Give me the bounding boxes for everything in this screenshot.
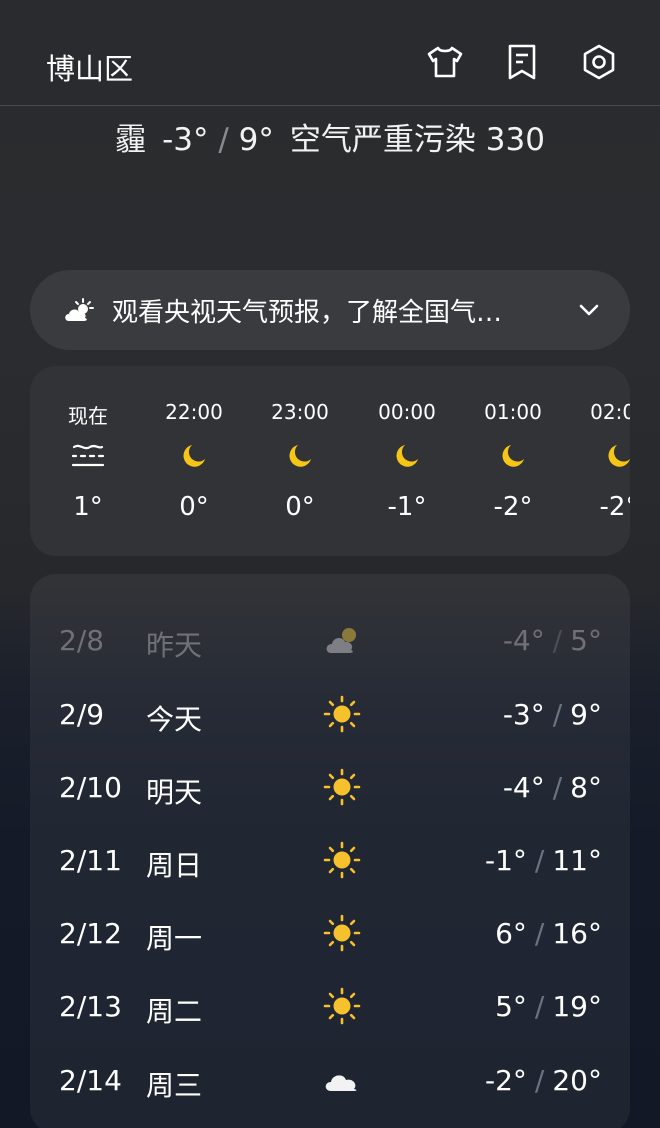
temp-separator: /	[534, 844, 545, 877]
day-date: 2/13	[59, 990, 122, 1023]
daily-row[interactable]: 2/9 今天 -3°/9°	[30, 684, 630, 744]
day-date: 2/10	[59, 771, 122, 804]
temp-separator: /	[218, 122, 229, 158]
moon-icon	[579, 442, 630, 472]
temp-separator: /	[552, 624, 563, 657]
hourly-item: 现在 1°	[48, 366, 128, 556]
air-quality-text[interactable]: 空气严重污染 330	[290, 122, 545, 158]
hour-temp: -1°	[387, 492, 427, 522]
day-high: 11°	[552, 844, 602, 877]
moon-icon	[367, 442, 447, 472]
sun-icon	[322, 986, 362, 1026]
hour-temp: 1°	[73, 492, 103, 522]
temp-separator: /	[534, 917, 545, 950]
day-name: 周日	[146, 849, 203, 882]
forecast-video-banner[interactable]: 观看央视天气预报，了解全国气…	[30, 270, 630, 350]
day-temps: 6°/16°	[495, 917, 602, 950]
day-date: 2/11	[59, 844, 122, 877]
cloud-icon	[322, 1060, 362, 1100]
day-high: 9°	[570, 698, 602, 731]
bookmark-icon[interactable]	[502, 42, 542, 82]
moon-icon	[154, 442, 234, 472]
day-high: 20°	[552, 1064, 602, 1097]
temp-separator: /	[534, 990, 545, 1023]
day-date: 2/12	[59, 917, 122, 950]
day-name: 昨天	[146, 629, 203, 662]
hour-temp: 0°	[179, 492, 209, 522]
haze-icon	[48, 442, 128, 472]
hour-temp: 0°	[285, 492, 315, 522]
today-low-temp: -3°	[162, 122, 209, 158]
daily-row[interactable]: 2/12 周一 6°/16°	[30, 903, 630, 963]
top-bar: 博山区	[0, 0, 660, 106]
day-low: -3°	[502, 698, 545, 731]
settings-icon[interactable]	[579, 42, 619, 82]
day-name: 周一	[146, 922, 203, 955]
day-name: 明天	[146, 776, 203, 809]
chevron-down-icon[interactable]	[578, 299, 600, 321]
day-temps: 5°/19°	[495, 990, 602, 1023]
hourly-forecast[interactable]: 现在 1° 22:00 0° 23:00 0° 00:00 -1° 01:00 …	[30, 366, 630, 556]
day-temps: -2°/20°	[485, 1064, 602, 1097]
temp-separator: /	[552, 771, 563, 804]
day-low: -4°	[502, 771, 545, 804]
hour-time: 02:00	[590, 400, 630, 424]
hour-time: 23:00	[271, 400, 329, 424]
day-date: 2/9	[59, 698, 105, 731]
day-name: 周三	[146, 1069, 203, 1102]
hour-time: 22:00	[165, 400, 223, 424]
hour-temp: -2°	[493, 492, 533, 522]
daily-row[interactable]: 2/11 周日 -1°/11°	[30, 830, 630, 890]
day-high: 19°	[552, 990, 602, 1023]
daily-row[interactable]: 2/14 周三 -2°/20°	[30, 1050, 630, 1110]
day-temps: -4°/5°	[503, 624, 602, 657]
hourly-item: 00:00 -1°	[367, 366, 447, 556]
sun-icon	[322, 694, 362, 734]
weather-summary: 霾 -3° / 9° 空气严重污染 330	[0, 114, 660, 159]
sun-icon	[322, 840, 362, 880]
day-name: 周二	[146, 995, 203, 1028]
day-low: 6°	[495, 917, 527, 950]
today-high-temp: 9°	[238, 122, 274, 158]
day-high: 16°	[552, 917, 602, 950]
daily-row[interactable]: 2/10 明天 -4°/8°	[30, 757, 630, 817]
moon-icon	[260, 442, 340, 472]
day-temps: -4°/8°	[503, 771, 602, 804]
daily-row[interactable]: 2/8 昨天 -4°/5°	[30, 610, 630, 670]
shirt-icon[interactable]	[425, 42, 465, 82]
sun-icon	[322, 767, 362, 807]
day-high: 5°	[570, 624, 602, 657]
sun-icon	[322, 913, 362, 953]
hourly-item: 01:00 -2°	[473, 366, 553, 556]
condition-text: 霾	[115, 122, 147, 158]
day-low: 5°	[495, 990, 527, 1023]
temp-separator: /	[552, 698, 563, 731]
hourly-item: 23:00 0°	[260, 366, 340, 556]
hour-time: 01:00	[484, 400, 542, 424]
day-low: -1°	[485, 844, 527, 877]
moon-icon	[473, 442, 553, 472]
day-low: -2°	[485, 1064, 527, 1097]
day-high: 8°	[570, 771, 602, 804]
daily-forecast[interactable]: 2/8 昨天 -4°/5° 2/9 今天 -3°/9° 2/10 明天 -4° …	[30, 574, 630, 1128]
hour-temp: -2°	[599, 492, 630, 522]
daily-row[interactable]: 2/13 周二 5°/19°	[30, 976, 630, 1036]
day-temps: -1°/11°	[485, 844, 602, 877]
day-date: 2/14	[59, 1064, 122, 1097]
day-name: 今天	[146, 703, 203, 736]
hour-time: 现在	[68, 404, 108, 428]
partly-cloudy-icon	[322, 620, 362, 660]
day-low: -4°	[502, 624, 545, 657]
hourly-item: 02:00 -2°	[579, 366, 630, 556]
location-title[interactable]: 博山区	[46, 46, 133, 88]
hourly-item: 22:00 0°	[154, 366, 234, 556]
banner-text: 观看央视天气预报，了解全国气…	[112, 297, 503, 328]
partly-cloudy-icon	[62, 297, 96, 323]
day-date: 2/8	[59, 624, 105, 657]
temp-separator: /	[534, 1064, 545, 1097]
hour-time: 00:00	[378, 400, 436, 424]
day-temps: -3°/9°	[503, 698, 602, 731]
